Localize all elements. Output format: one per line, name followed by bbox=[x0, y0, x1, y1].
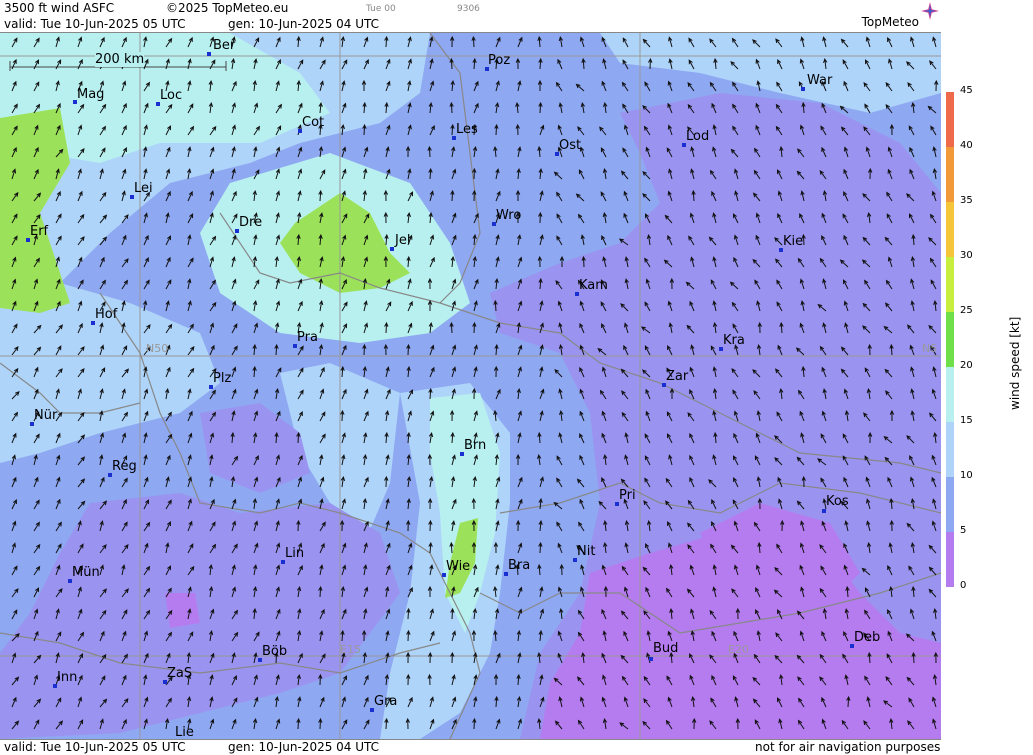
legend-band-25 bbox=[946, 312, 954, 367]
city-ber[interactable]: Ber bbox=[213, 38, 235, 53]
city-plz[interactable]: Plz bbox=[213, 371, 231, 386]
legend-band-40 bbox=[946, 147, 954, 202]
city-bud[interactable]: Bud bbox=[653, 641, 678, 656]
city-lie[interactable]: Lie bbox=[175, 725, 194, 739]
legend-tick: 30 bbox=[960, 250, 973, 261]
city-kam[interactable]: Kam bbox=[579, 278, 608, 293]
city-reg[interactable]: Reg bbox=[112, 459, 137, 474]
legend-tick: 15 bbox=[960, 415, 973, 426]
legend-tick: 20 bbox=[960, 360, 973, 371]
legend-band-20 bbox=[946, 367, 954, 422]
city-loc[interactable]: Loc bbox=[160, 88, 182, 103]
legend-tick: 45 bbox=[960, 85, 973, 96]
city-dot bbox=[822, 509, 826, 513]
city-dre[interactable]: Dre bbox=[239, 215, 262, 230]
grid-label-e15: E15 bbox=[340, 643, 361, 656]
city-lod[interactable]: Lod bbox=[686, 129, 709, 144]
city-deb[interactable]: Deb bbox=[854, 630, 880, 645]
city-pra[interactable]: Pra bbox=[297, 330, 318, 345]
legend-title: wind speed [kt] bbox=[1008, 316, 1022, 410]
city-kra[interactable]: Kra bbox=[723, 333, 745, 348]
city-brn[interactable]: Brn bbox=[464, 438, 486, 453]
city-lin[interactable]: Lin bbox=[285, 546, 304, 561]
legend-tick: 40 bbox=[960, 140, 973, 151]
city-poz[interactable]: Poz bbox=[488, 53, 510, 68]
city-wro[interactable]: Wro bbox=[496, 208, 521, 223]
city-dot bbox=[649, 657, 653, 661]
city-gra[interactable]: Gra bbox=[374, 694, 397, 709]
scale-label: 200 km bbox=[95, 52, 145, 67]
map-footer: valid: Tue 10-Jun-2025 05 UTC gen: 10-Ju… bbox=[0, 739, 941, 755]
legend-band-15 bbox=[946, 422, 954, 477]
copyright: ©2025 TopMeteo.eu bbox=[166, 1, 289, 15]
city-dot bbox=[390, 247, 394, 251]
product-title: 3500 ft wind ASFC bbox=[4, 1, 115, 15]
city-nur[interactable]: Nür bbox=[34, 408, 57, 423]
legend-tick: 10 bbox=[960, 470, 973, 481]
city-mag[interactable]: Mag bbox=[77, 87, 104, 102]
city-ost[interactable]: Ost bbox=[559, 138, 581, 153]
time-short: Tue 00 bbox=[366, 4, 396, 14]
generated-time: gen: 10-Jun-2025 04 UTC bbox=[228, 17, 380, 31]
city-inn[interactable]: Inn bbox=[57, 670, 77, 685]
city-wie[interactable]: Wie bbox=[446, 559, 470, 574]
city-dot bbox=[801, 87, 805, 91]
legend-band-5 bbox=[946, 532, 954, 587]
city-les[interactable]: Les bbox=[456, 122, 478, 137]
topmeteo-logo: TopMeteo bbox=[861, 15, 919, 29]
grid-label-e20: E20 bbox=[728, 643, 749, 656]
city-kie[interactable]: Kie bbox=[783, 234, 803, 249]
legend-band-45 bbox=[946, 92, 954, 147]
city-nit[interactable]: Nit bbox=[577, 544, 595, 559]
city-mun[interactable]: Mün bbox=[72, 565, 100, 580]
grid-label-n5: N5 bbox=[922, 342, 938, 355]
compass-star-icon bbox=[921, 2, 939, 20]
legend-tick: 35 bbox=[960, 195, 973, 206]
city-dot bbox=[207, 52, 211, 56]
footer-valid: valid: Tue 10-Jun-2025 05 UTC bbox=[4, 740, 186, 754]
footer-note: not for air navigation purposes bbox=[755, 740, 941, 754]
legend-band-10 bbox=[946, 477, 954, 532]
city-pri[interactable]: Pri bbox=[619, 488, 636, 503]
grid-label-n50: N50 bbox=[146, 342, 169, 355]
city-zas[interactable]: ZaS bbox=[167, 666, 192, 681]
city-kos[interactable]: Kos bbox=[826, 494, 849, 509]
city-jel[interactable]: Jel bbox=[395, 233, 410, 248]
map-header: 3500 ft wind ASFC ©2025 TopMeteo.eu Tue … bbox=[0, 0, 941, 33]
code: 9306 bbox=[457, 4, 480, 14]
city-erf[interactable]: Erf bbox=[30, 224, 48, 239]
legend-tick: 25 bbox=[960, 305, 973, 316]
legend-band-30 bbox=[946, 257, 954, 312]
city-bra[interactable]: Bra bbox=[508, 558, 530, 573]
legend-band-35 bbox=[946, 202, 954, 257]
city-cot[interactable]: Cot bbox=[302, 115, 324, 130]
wind-map[interactable]: 200 km N50 N5 E15 E20 Ber Poz War Mag Lo… bbox=[0, 33, 941, 739]
legend-tick: 0 bbox=[960, 580, 967, 591]
wind-field-svg bbox=[0, 33, 941, 739]
city-zar[interactable]: Zar bbox=[666, 369, 688, 384]
valid-time: valid: Tue 10-Jun-2025 05 UTC bbox=[4, 17, 186, 31]
legend-tick: 5 bbox=[960, 525, 967, 536]
city-hof[interactable]: Hof bbox=[95, 307, 117, 322]
city-war[interactable]: War bbox=[807, 73, 832, 88]
city-lei[interactable]: Lei bbox=[134, 181, 153, 196]
footer-gen: gen: 10-Jun-2025 04 UTC bbox=[228, 740, 380, 754]
city-bob[interactable]: Böb bbox=[262, 644, 287, 659]
